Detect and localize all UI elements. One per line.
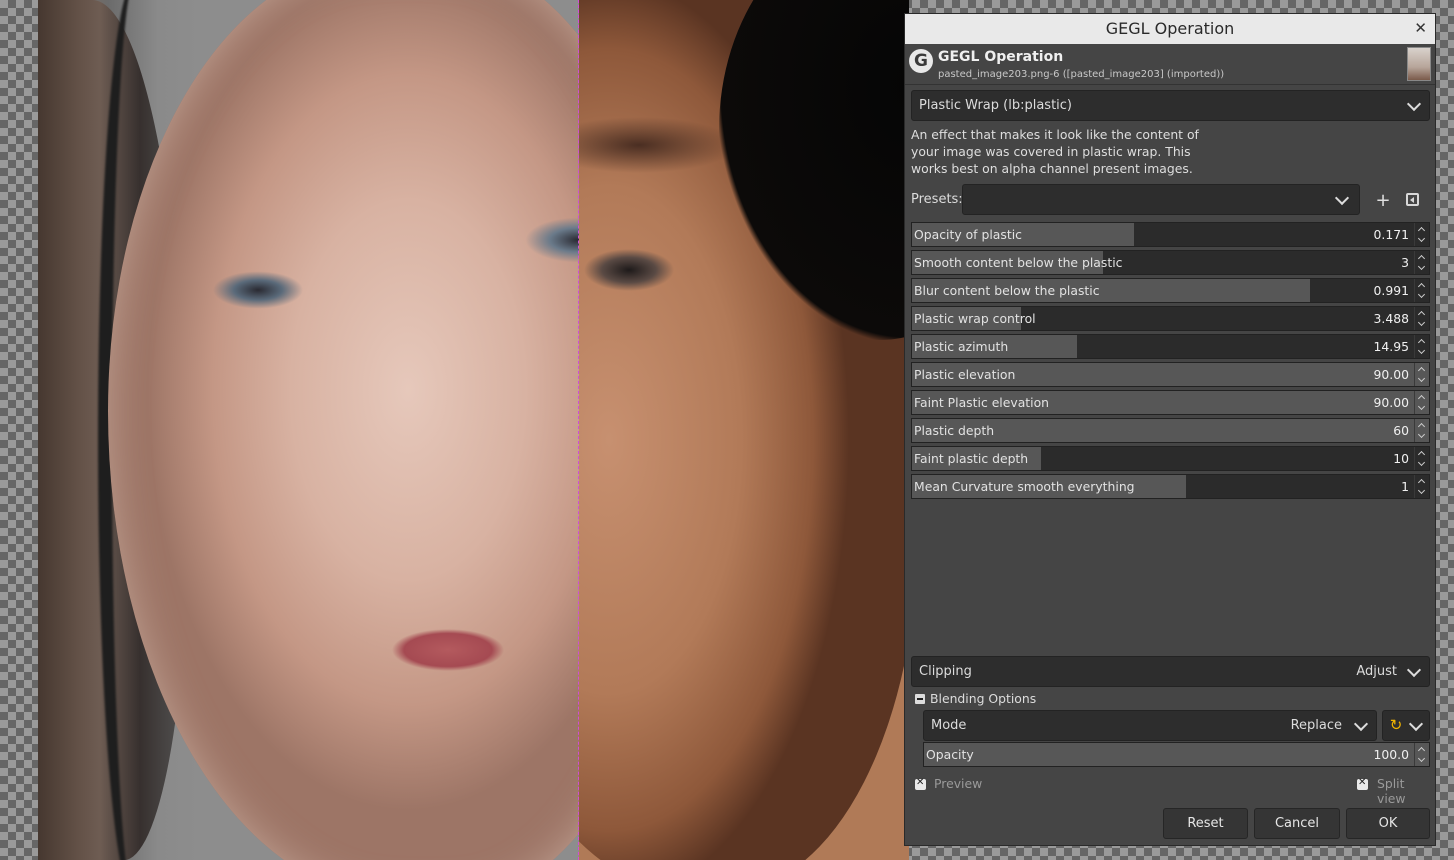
param-label: Opacity of plastic [914,227,1022,242]
param-slider[interactable]: Plastic wrap control 3.488 [911,306,1430,331]
param-value[interactable]: 10 [1393,451,1409,466]
spinner-arrows-icon[interactable] [1414,223,1429,246]
param-label: Plastic depth [914,423,995,438]
opacity-label: Opacity [926,747,974,762]
blending-options-label[interactable]: Blending Options [930,691,1036,706]
presets-select[interactable] [962,184,1360,215]
param-label: Blur content below the plastic [914,283,1100,298]
spinner-arrows-icon[interactable] [1414,279,1429,302]
clipping-label: Clipping [919,664,972,679]
preset-menu-icon[interactable] [1406,193,1419,206]
spinner-arrows-icon[interactable] [1414,335,1429,358]
image-thumbnail [1407,47,1431,81]
param-slider[interactable]: Plastic depth 60 [911,418,1430,443]
spinner-arrows-icon[interactable] [1414,743,1429,766]
mode-label: Mode [931,718,967,733]
chevron-down-icon [1353,716,1369,732]
opacity-slider[interactable]: Opacity 100.0 [923,742,1430,767]
param-slider[interactable]: Mean Curvature smooth everything 1 [911,474,1430,499]
gegl-operation-dialog: GEGL Operation ✕ G GEGL Operation pasted… [904,13,1436,846]
reset-mode-icon: ↻ [1389,716,1403,734]
reset-button[interactable]: Reset [1163,808,1248,839]
clipping-value: Adjust [1356,664,1397,679]
opacity-slider-fill [924,743,1429,766]
param-value[interactable]: 1 [1401,479,1409,494]
close-icon[interactable]: ✕ [1414,19,1427,37]
param-slider[interactable]: Faint Plastic elevation 90.00 [911,390,1430,415]
param-value[interactable]: 3.488 [1374,311,1409,326]
preview-checkbox[interactable] [915,777,926,790]
chevron-down-icon [1406,662,1422,678]
param-value[interactable]: 90.00 [1374,367,1409,382]
operation-select-value: Plastic Wrap (lb:plastic) [919,98,1072,113]
param-label: Faint plastic depth [914,451,1029,466]
param-label: Smooth content below the plastic [914,255,1123,270]
dialog-titlebar[interactable]: GEGL Operation ✕ [905,14,1435,44]
spinner-arrows-icon[interactable] [1414,307,1429,330]
param-slider[interactable]: Smooth content below the plastic 3 [911,250,1430,275]
spinner-arrows-icon[interactable] [1414,419,1429,442]
collapse-icon[interactable] [915,694,925,704]
ok-button[interactable]: OK [1346,808,1430,839]
param-value[interactable]: 0.991 [1374,283,1409,298]
chevron-down-icon [1408,716,1424,732]
param-slider[interactable]: Blur content below the plastic 0.991 [911,278,1430,303]
blend-mode-select[interactable]: Mode Replace [923,710,1377,741]
chevron-down-icon [1334,190,1350,206]
window-title: GEGL Operation [1105,19,1235,38]
param-label: Mean Curvature smooth everything [914,479,1135,494]
spinner-arrows-icon[interactable] [1414,447,1429,470]
param-label: Plastic wrap control [914,311,1036,326]
split-view-guide[interactable] [578,0,579,860]
operation-select[interactable]: Plastic Wrap (lb:plastic) [911,90,1430,121]
composite-mode-button[interactable]: ↻ [1382,710,1430,741]
param-slider[interactable]: Opacity of plastic 0.171 [911,222,1430,247]
spinner-arrows-icon[interactable] [1414,391,1429,414]
gegl-logo-icon: G [909,49,933,73]
param-label: Faint Plastic elevation [914,395,1050,410]
cancel-button[interactable]: Cancel [1254,808,1340,839]
param-value[interactable]: 60 [1393,423,1409,438]
preview-label[interactable]: Preview [934,776,982,791]
operation-description: An effect that makes it look like the co… [911,127,1199,176]
original-image-half [579,0,909,860]
opacity-value[interactable]: 100.0 [1374,747,1409,762]
param-label: Plastic elevation [914,367,1016,382]
param-label: Plastic azimuth [914,339,1009,354]
param-value[interactable]: 14.95 [1374,339,1409,354]
param-value[interactable]: 0.171 [1374,227,1409,242]
spinner-arrows-icon[interactable] [1414,251,1429,274]
spinner-arrows-icon[interactable] [1414,475,1429,498]
add-preset-icon[interactable]: + [1375,190,1391,211]
param-value[interactable]: 3 [1401,255,1409,270]
param-slider[interactable]: Faint plastic depth 10 [911,446,1430,471]
header-title: GEGL Operation [938,49,1064,65]
param-slider[interactable]: Plastic azimuth 14.95 [911,334,1430,359]
param-slider[interactable]: Plastic elevation 90.00 [911,362,1430,387]
chevron-down-icon [1406,96,1422,112]
spinner-arrows-icon[interactable] [1414,363,1429,386]
presets-label: Presets: [911,192,963,207]
mode-value: Replace [1290,718,1342,733]
processed-image-half [38,0,579,860]
split-view-checkbox[interactable] [1357,777,1368,790]
dialog-header: G GEGL Operation pasted_image203.png-6 (… [905,44,1435,85]
split-view-label[interactable]: Split view [1377,776,1435,806]
header-subtitle: pasted_image203.png-6 ([pasted_image203]… [938,69,1225,80]
face-processed [108,0,579,860]
clipping-select[interactable]: Clipping Adjust [911,656,1430,687]
param-value[interactable]: 90.00 [1374,395,1409,410]
